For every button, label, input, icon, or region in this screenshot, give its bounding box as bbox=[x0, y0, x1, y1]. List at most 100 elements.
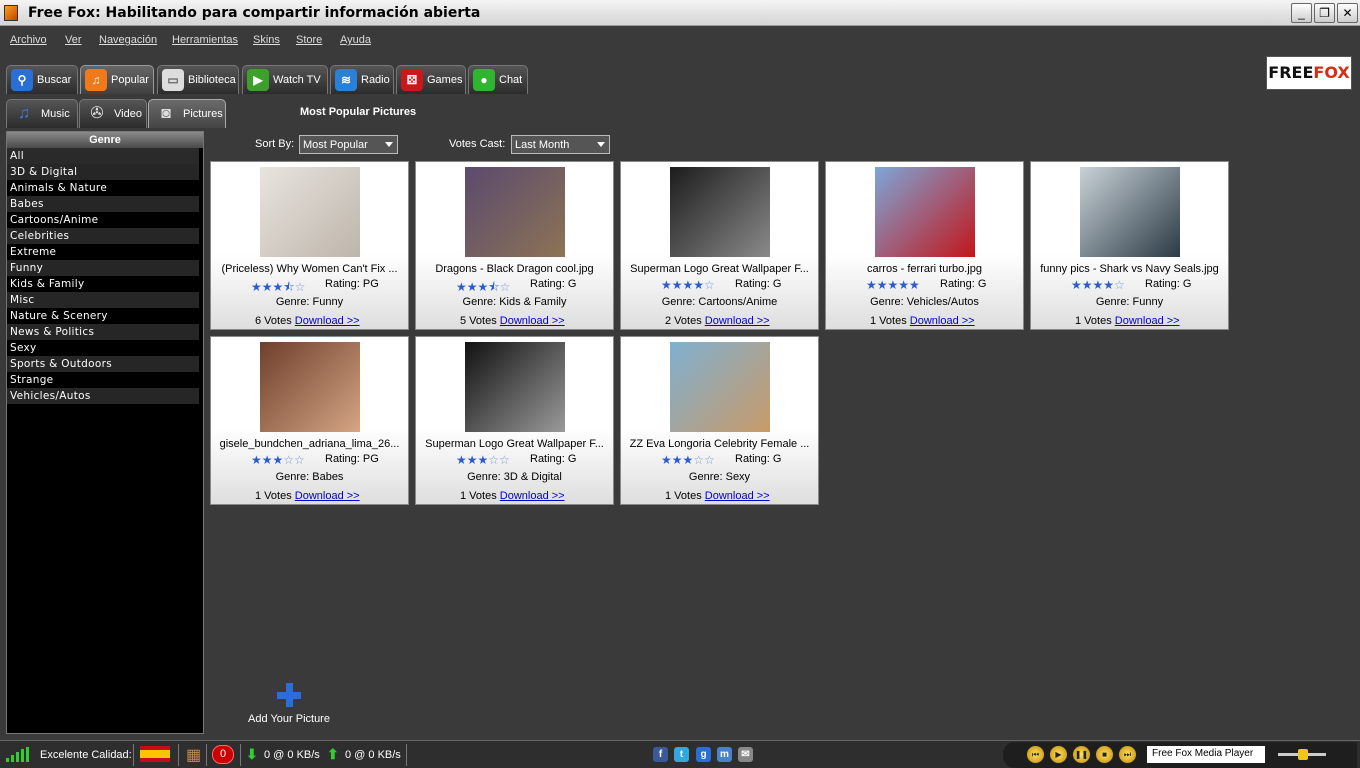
genre-item[interactable]: Cartoons/Anime bbox=[7, 212, 199, 228]
messenger-icon[interactable]: m bbox=[717, 747, 732, 762]
genre-item[interactable]: Kids & Family bbox=[7, 276, 199, 292]
menu-archivo[interactable]: Archivo bbox=[10, 34, 47, 46]
maximize-button[interactable]: ❐ bbox=[1314, 3, 1335, 23]
picture-thumbnail[interactable] bbox=[670, 342, 770, 432]
download-link[interactable]: Download >> bbox=[705, 315, 770, 327]
menu-navegacion[interactable]: Navegación bbox=[99, 34, 157, 46]
volume-knob[interactable] bbox=[1298, 749, 1308, 760]
picture-thumbnail[interactable] bbox=[1080, 167, 1180, 257]
upload-arrow-icon: ⬆ bbox=[327, 746, 339, 762]
download-link[interactable]: Download >> bbox=[500, 490, 565, 502]
star-rating-icon[interactable]: ★★★★☆ bbox=[661, 278, 715, 292]
subtab-music[interactable]: ♫ Music bbox=[6, 99, 78, 128]
google-icon[interactable]: g bbox=[696, 747, 711, 762]
picture-title[interactable]: carros - ferrari turbo.jpg bbox=[830, 263, 1019, 275]
download-link[interactable]: Download >> bbox=[1115, 315, 1180, 327]
picture-card[interactable]: gisele_bundchen_adriana_lima_26... ★★★☆☆ R… bbox=[210, 336, 409, 505]
stop-icon[interactable]: ■ bbox=[1095, 745, 1114, 764]
tab-biblioteca[interactable]: ▭ Biblioteca bbox=[157, 65, 239, 94]
genre-item[interactable]: Sexy bbox=[7, 340, 199, 356]
genre-item[interactable]: Celebrities bbox=[7, 228, 199, 244]
twitter-icon[interactable]: t bbox=[674, 747, 689, 762]
genre-item[interactable]: News & Politics bbox=[7, 324, 199, 340]
picture-title[interactable]: (Priceless) Why Women Can't Fix ... bbox=[215, 263, 404, 275]
spain-flag-icon[interactable] bbox=[140, 746, 170, 762]
download-link[interactable]: Download >> bbox=[500, 315, 565, 327]
star-rating-icon[interactable]: ★★★☆☆ bbox=[251, 453, 305, 467]
picture-thumbnail[interactable] bbox=[670, 167, 770, 257]
next-track-icon[interactable]: ⏭ bbox=[1118, 745, 1137, 764]
picture-thumbnail[interactable] bbox=[875, 167, 975, 257]
title-bar: Free Fox: Habilitando para compartir inf… bbox=[0, 0, 1360, 26]
minimize-button[interactable]: _ bbox=[1291, 3, 1312, 23]
genre-item[interactable]: Strange bbox=[7, 372, 199, 388]
download-link[interactable]: Download >> bbox=[910, 315, 975, 327]
menu-herramientas[interactable]: Herramientas bbox=[172, 34, 238, 46]
menu-store[interactable]: Store bbox=[296, 34, 322, 46]
picture-card[interactable]: (Priceless) Why Women Can't Fix ... ★★★⯪☆… bbox=[210, 161, 409, 330]
star-rating-icon[interactable]: ★★★☆☆ bbox=[661, 453, 715, 467]
votes-select[interactable]: Last Month bbox=[511, 135, 610, 154]
email-icon[interactable]: ✉ bbox=[738, 747, 753, 762]
download-link[interactable]: Download >> bbox=[295, 315, 360, 327]
picture-title[interactable]: Dragons - Black Dragon cool.jpg bbox=[420, 263, 609, 275]
genre-item[interactable]: 3D & Digital bbox=[7, 164, 199, 180]
genre-item[interactable]: Babes bbox=[7, 196, 199, 212]
menu-ayuda[interactable]: Ayuda bbox=[340, 34, 371, 46]
picture-card[interactable]: carros - ferrari turbo.jpg ★★★★★ Rating: G… bbox=[825, 161, 1024, 330]
download-link[interactable]: Download >> bbox=[705, 490, 770, 502]
star-rating-icon[interactable]: ★★★★☆ bbox=[1071, 278, 1125, 292]
picture-title[interactable]: ZZ Eva Longoria Celebrity Female ... bbox=[625, 438, 814, 450]
picture-thumbnail[interactable] bbox=[260, 342, 360, 432]
genre-item[interactable]: Sports & Outdoors bbox=[7, 356, 199, 372]
subtab-pictures[interactable]: ◙ Pictures bbox=[148, 99, 226, 128]
picture-thumbnail[interactable] bbox=[465, 342, 565, 432]
close-button[interactable]: ✕ bbox=[1337, 3, 1358, 23]
genre-item[interactable]: All bbox=[7, 148, 199, 164]
genre-item[interactable]: Animals & Nature bbox=[7, 180, 199, 196]
download-link[interactable]: Download >> bbox=[295, 490, 360, 502]
tab-radio[interactable]: ≋ Radio bbox=[330, 65, 394, 94]
previous-track-icon[interactable]: ⏮ bbox=[1026, 745, 1045, 764]
play-icon: ▶ bbox=[247, 69, 269, 91]
subtab-video[interactable]: ✇ Video bbox=[79, 99, 147, 128]
picture-card[interactable]: funny pics - Shark vs Navy Seals.jpg ★★★★… bbox=[1030, 161, 1229, 330]
play-icon[interactable]: ▶ bbox=[1049, 745, 1068, 764]
camera-icon: ◙ bbox=[161, 105, 171, 122]
logo-text-fox: FOX bbox=[1313, 63, 1350, 82]
menu-ver[interactable]: Ver bbox=[65, 34, 82, 46]
picture-genre: Genre: Babes bbox=[275, 471, 344, 483]
genre-item[interactable]: Misc bbox=[7, 292, 199, 308]
tab-chat[interactable]: ● Chat bbox=[468, 65, 528, 94]
star-rating-icon[interactable]: ★★★☆☆ bbox=[456, 453, 510, 467]
genre-item[interactable]: Nature & Scenery bbox=[7, 308, 199, 324]
picture-card[interactable]: Dragons - Black Dragon cool.jpg ★★★⯪☆ Rati… bbox=[415, 161, 614, 330]
pause-icon[interactable]: ❚❚ bbox=[1072, 745, 1091, 764]
content-rating: Rating: PG bbox=[325, 278, 379, 290]
genre-item[interactable]: Vehicles/Autos bbox=[7, 388, 199, 404]
star-rating-icon[interactable]: ★★★★★ bbox=[866, 278, 920, 292]
tab-buscar[interactable]: ⚲ Buscar bbox=[6, 65, 78, 94]
picture-title[interactable]: gisele_bundchen_adriana_lima_26... bbox=[215, 438, 404, 450]
volume-slider[interactable] bbox=[1278, 749, 1326, 760]
picture-title[interactable]: funny pics - Shark vs Navy Seals.jpg bbox=[1035, 263, 1224, 275]
sort-select[interactable]: Most Popular bbox=[299, 135, 398, 154]
picture-title[interactable]: Superman Logo Great Wallpaper F... bbox=[625, 263, 814, 275]
tab-watch-tv[interactable]: ▶ Watch TV bbox=[242, 65, 328, 94]
notification-count-badge[interactable]: 0 bbox=[212, 745, 234, 764]
picture-thumbnail[interactable] bbox=[465, 167, 565, 257]
genre-item[interactable]: Funny bbox=[7, 260, 199, 276]
add-picture-button[interactable]: Add Your Picture bbox=[244, 682, 334, 726]
logo-text-free: FREE bbox=[1268, 63, 1314, 82]
tab-games[interactable]: ⚄ Games bbox=[396, 65, 466, 94]
menu-skins[interactable]: Skins bbox=[253, 34, 280, 46]
picture-card[interactable]: Superman Logo Great Wallpaper F... ★★★★☆ R… bbox=[620, 161, 819, 330]
picture-title[interactable]: Superman Logo Great Wallpaper F... bbox=[420, 438, 609, 450]
firewall-icon[interactable]: ▦ bbox=[186, 745, 201, 765]
genre-item[interactable]: Extreme bbox=[7, 244, 199, 260]
picture-card[interactable]: ZZ Eva Longoria Celebrity Female ... ★★★☆… bbox=[620, 336, 819, 505]
facebook-icon[interactable]: f bbox=[653, 747, 668, 762]
picture-card[interactable]: Superman Logo Great Wallpaper F... ★★★☆☆ R… bbox=[415, 336, 614, 505]
picture-thumbnail[interactable] bbox=[260, 167, 360, 257]
tab-popular[interactable]: ♫ Popular bbox=[80, 65, 154, 94]
